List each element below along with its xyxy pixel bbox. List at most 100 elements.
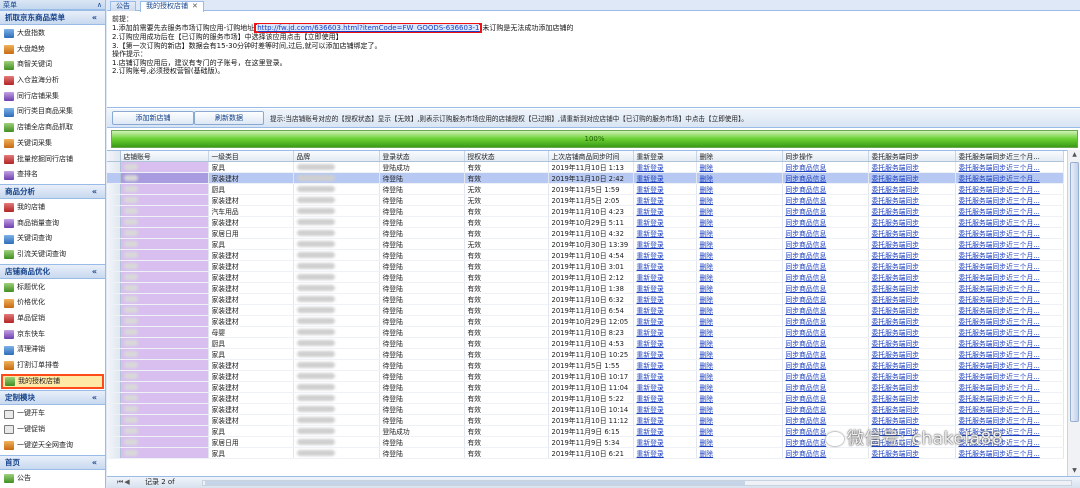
horizontal-scrollbar[interactable] [202, 480, 1072, 486]
relogin-link[interactable]: 重新登录 [633, 260, 697, 272]
sync-link[interactable]: 同步商品信息 [782, 304, 869, 316]
table-row[interactable]: 家具 待登陆 有效 2019年11月10日 6:21 重新登录 删除 同步商品信息 委托服务端… [107, 447, 1064, 459]
sidebar-item[interactable]: 清理滞销 [0, 342, 105, 358]
sidebar-item[interactable]: 一键开车 [0, 406, 105, 422]
row-header[interactable] [107, 293, 121, 305]
sync-link[interactable]: 同步商品信息 [782, 326, 869, 338]
sync-link[interactable]: 同步商品信息 [782, 337, 869, 349]
delegate-sync-link[interactable]: 委托服务端同步 [868, 359, 956, 371]
sync-link[interactable]: 同步商品信息 [782, 271, 869, 283]
sidebar-item[interactable]: 同行店铺采集 [0, 89, 105, 105]
column-header[interactable]: 一级类目 [208, 151, 294, 162]
sidebar-item[interactable]: 店铺全店商品抓取 [0, 120, 105, 136]
tab-my-authorized-shops[interactable]: 我的授权店铺 ✕ [140, 1, 204, 12]
table-row[interactable]: 家装建材 待登陆 有效 2019年10月29日 5:11 重新登录 删除 同步商品信息 委托服… [107, 216, 1064, 228]
delete-link[interactable]: 删除 [696, 161, 783, 173]
delegate-sync-3m-link[interactable]: 委托服务端同步近三个月... [955, 359, 1064, 371]
delegate-sync-link[interactable]: 委托服务端同步 [868, 337, 956, 349]
column-header[interactable]: 上次店铺商品同步时间 [548, 151, 634, 162]
column-header[interactable]: 同步操作 [782, 151, 869, 162]
row-header[interactable] [107, 304, 121, 316]
sync-link[interactable]: 同步商品信息 [782, 249, 869, 261]
scroll-up-icon[interactable]: ▲ [1068, 150, 1080, 160]
row-header[interactable] [107, 260, 121, 272]
delegate-sync-3m-link[interactable]: 委托服务端同步近三个月... [955, 447, 1064, 459]
relogin-link[interactable]: 重新登录 [633, 282, 697, 294]
delegate-sync-link[interactable]: 委托服务端同步 [868, 227, 956, 239]
column-header[interactable]: 品牌 [293, 151, 380, 162]
relogin-link[interactable]: 重新登录 [633, 381, 697, 393]
delegate-sync-link[interactable]: 委托服务端同步 [868, 271, 956, 283]
delegate-sync-3m-link[interactable]: 委托服务端同步近三个月... [955, 381, 1064, 393]
table-row[interactable]: 家具 待登陆 有效 2019年11月10日 10:25 重新登录 删除 同步商品信息 委托服务… [107, 348, 1064, 360]
delete-link[interactable]: 删除 [696, 260, 783, 272]
delete-link[interactable]: 删除 [696, 293, 783, 305]
delete-link[interactable]: 删除 [696, 183, 783, 195]
delegate-sync-link[interactable]: 委托服务端同步 [868, 282, 956, 294]
vertical-scrollbar[interactable]: ▲ ▼ [1067, 150, 1080, 476]
delegate-sync-3m-link[interactable]: 委托服务端同步近三个月... [955, 337, 1064, 349]
scroll-down-icon[interactable]: ▼ [1068, 466, 1080, 476]
table-row[interactable]: 家装建材 待登陆 无效 2019年11月5日 2:05 重新登录 删除 同步商品信息 委托服务… [107, 194, 1064, 206]
table-row[interactable]: 家装建材 待登陆 有效 2019年11月10日 6:32 重新登录 删除 同步商品信息 委托服… [107, 293, 1064, 305]
relogin-link[interactable]: 重新登录 [633, 326, 697, 338]
row-header[interactable] [107, 282, 121, 294]
delegate-sync-3m-link[interactable]: 委托服务端同步近三个月... [955, 238, 1064, 250]
pager-nav-icon[interactable]: ⏮◀ [117, 477, 131, 488]
delegate-sync-3m-link[interactable]: 委托服务端同步近三个月... [955, 205, 1064, 217]
sidebar-item[interactable]: 商智关键词 [0, 57, 105, 73]
sidebar-item[interactable]: 大盘趋势 [0, 42, 105, 58]
delete-link[interactable]: 删除 [696, 216, 783, 228]
delete-link[interactable]: 删除 [696, 172, 783, 184]
row-header[interactable] [107, 227, 121, 239]
delegate-sync-link[interactable]: 委托服务端同步 [868, 238, 956, 250]
relogin-link[interactable]: 重新登录 [633, 161, 697, 173]
sidebar-item[interactable]: 大盘指数 [0, 26, 105, 42]
delegate-sync-link[interactable]: 委托服务端同步 [868, 370, 956, 382]
row-header[interactable] [107, 414, 121, 426]
delete-link[interactable]: 删除 [696, 370, 783, 382]
sync-link[interactable]: 同步商品信息 [782, 227, 869, 239]
column-header[interactable]: 授权状态 [464, 151, 549, 162]
sidebar-item[interactable]: 引流关键词查询 [0, 247, 105, 263]
table-row[interactable]: 家具 待登陆 无效 2019年10月30日 13:39 重新登录 删除 同步商品信息 委托服务… [107, 238, 1064, 250]
relogin-link[interactable]: 重新登录 [633, 436, 697, 448]
delegate-sync-3m-link[interactable]: 委托服务端同步近三个月... [955, 392, 1064, 404]
relogin-link[interactable]: 重新登录 [633, 337, 697, 349]
delegate-sync-link[interactable]: 委托服务端同步 [868, 447, 956, 459]
sidebar-item[interactable]: 公告 [0, 471, 105, 487]
sync-link[interactable]: 同步商品信息 [782, 183, 869, 195]
delegate-sync-3m-link[interactable]: 委托服务端同步近三个月... [955, 403, 1064, 415]
table-row[interactable]: 母婴 待登陆 有效 2019年11月10日 8:23 重新登录 删除 同步商品信息 委托服务端… [107, 326, 1064, 338]
delete-link[interactable]: 删除 [696, 315, 783, 327]
row-header[interactable] [107, 183, 121, 195]
row-header[interactable] [107, 326, 121, 338]
row-header[interactable] [107, 425, 121, 437]
delegate-sync-link[interactable]: 委托服务端同步 [868, 315, 956, 327]
sidebar-item[interactable]: 标题优化 [0, 280, 105, 296]
sidebar-item[interactable]: 单品促销 [0, 311, 105, 327]
relogin-link[interactable]: 重新登录 [633, 403, 697, 415]
table-row[interactable]: 家装建材 待登陆 有效 2019年11月10日 10:14 重新登录 删除 同步商品信息 委托… [107, 403, 1064, 415]
table-row[interactable]: 家装建材 待登陆 有效 2019年11月10日 2:12 重新登录 删除 同步商品信息 委托服… [107, 271, 1064, 283]
collapse-icon[interactable]: « [90, 458, 99, 467]
collapse-icon[interactable]: « [90, 267, 99, 276]
delegate-sync-link[interactable]: 委托服务端同步 [868, 260, 956, 272]
delegate-sync-link[interactable]: 委托服务端同步 [868, 304, 956, 316]
table-row[interactable]: 家装建材 待登陆 有效 2019年11月10日 11:04 重新登录 删除 同步商品信息 委托… [107, 381, 1064, 393]
delegate-sync-3m-link[interactable]: 委托服务端同步近三个月... [955, 326, 1064, 338]
sync-link[interactable]: 同步商品信息 [782, 293, 869, 305]
delete-link[interactable]: 删除 [696, 436, 783, 448]
delegate-sync-3m-link[interactable]: 委托服务端同步近三个月... [955, 249, 1064, 261]
table-row[interactable]: 家装建材 待登陆 有效 2019年11月10日 3:01 重新登录 删除 同步商品信息 委托服… [107, 260, 1064, 272]
column-header[interactable]: 委托服务端同步 [868, 151, 956, 162]
delegate-sync-3m-link[interactable]: 委托服务端同步近三个月... [955, 370, 1064, 382]
delegate-sync-link[interactable]: 委托服务端同步 [868, 183, 956, 195]
row-header[interactable] [107, 348, 121, 360]
row-header[interactable] [107, 172, 121, 184]
row-header[interactable] [107, 359, 121, 371]
sidebar-group-header[interactable]: 商品分析 « [0, 183, 105, 199]
relogin-link[interactable]: 重新登录 [633, 227, 697, 239]
relogin-link[interactable]: 重新登录 [633, 194, 697, 206]
row-header[interactable] [107, 315, 121, 327]
